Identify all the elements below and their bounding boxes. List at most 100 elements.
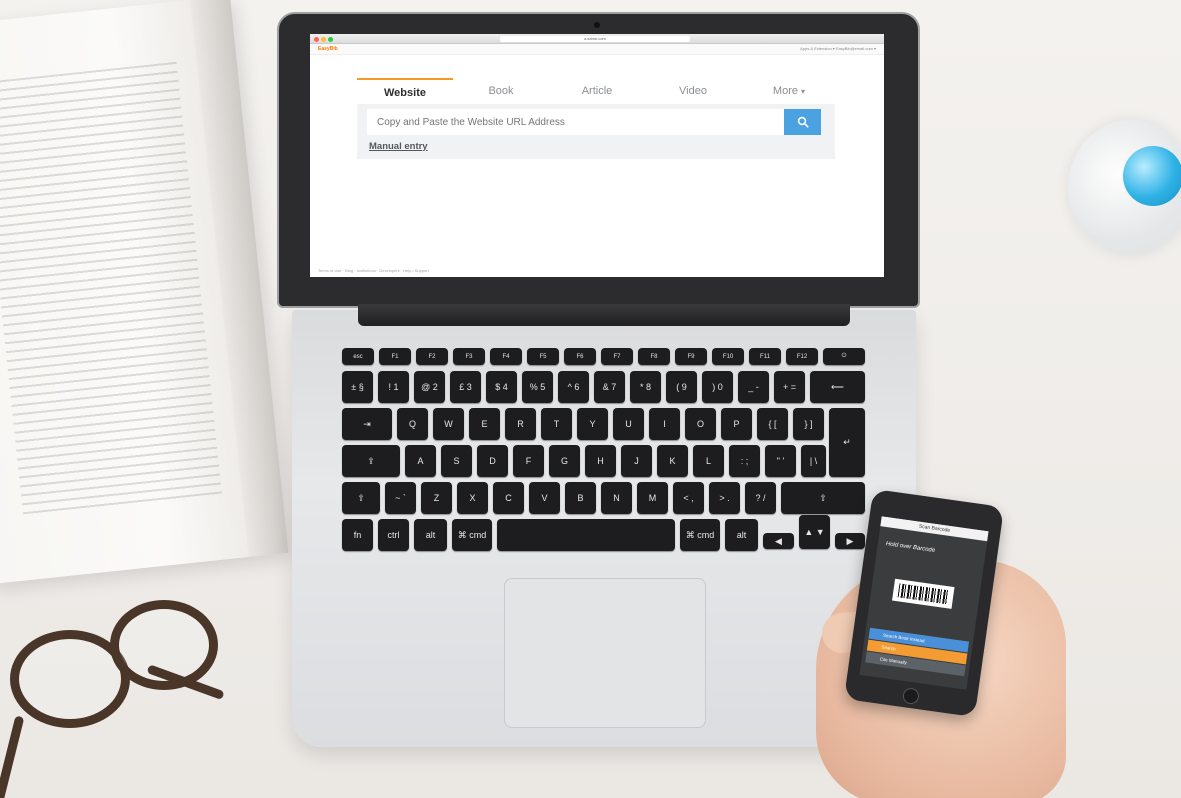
trackpad[interactable]: [504, 578, 706, 728]
key-shift-right[interactable]: ⇧: [781, 482, 865, 514]
tab-website[interactable]: Website: [357, 78, 453, 104]
key-alt-left[interactable]: alt: [414, 519, 447, 551]
key-backslash[interactable]: | \: [801, 445, 826, 477]
key-6[interactable]: ^ 6: [558, 371, 589, 403]
key-f9[interactable]: F9: [675, 348, 707, 365]
key-c[interactable]: C: [493, 482, 524, 514]
key-9[interactable]: ( 9: [666, 371, 697, 403]
key-period[interactable]: > .: [709, 482, 740, 514]
key-equals[interactable]: + =: [774, 371, 805, 403]
key-7[interactable]: & 7: [594, 371, 625, 403]
key-backspace[interactable]: ⟵: [810, 371, 865, 403]
maximize-window-icon[interactable]: [328, 37, 333, 42]
key-f7[interactable]: F7: [601, 348, 633, 365]
footer-links[interactable]: Terms of Use · Blog · Institutions · Dev…: [318, 268, 429, 273]
key-r[interactable]: R: [505, 408, 536, 440]
key-v[interactable]: V: [529, 482, 560, 514]
home-button[interactable]: [901, 687, 920, 706]
key-cmd-left[interactable]: ⌘ cmd: [452, 519, 492, 551]
key-f10[interactable]: F10: [712, 348, 744, 365]
blue-ball: [1123, 146, 1181, 206]
key-power[interactable]: ⏻: [823, 348, 865, 365]
key-o[interactable]: O: [685, 408, 716, 440]
key-space[interactable]: [497, 519, 675, 551]
key-l[interactable]: L: [693, 445, 724, 477]
address-bar[interactable]: a.sdme.com: [500, 36, 690, 42]
key-x[interactable]: X: [457, 482, 488, 514]
webcam-icon: [594, 22, 600, 28]
key-f6[interactable]: F6: [564, 348, 596, 365]
key-fn[interactable]: fn: [342, 519, 373, 551]
key-esc[interactable]: esc: [342, 348, 374, 365]
chevron-down-icon: ▾: [801, 87, 806, 96]
key-q[interactable]: Q: [397, 408, 428, 440]
key-a[interactable]: A: [405, 445, 436, 477]
manual-entry-link[interactable]: Manual entry: [369, 141, 428, 152]
key-1[interactable]: ! 1: [378, 371, 409, 403]
open-book: [0, 0, 289, 585]
key-f1[interactable]: F1: [379, 348, 411, 365]
key-u[interactable]: U: [613, 408, 644, 440]
key-h[interactable]: H: [585, 445, 616, 477]
key-i[interactable]: I: [649, 408, 680, 440]
key-comma[interactable]: < ,: [673, 482, 704, 514]
key-slash[interactable]: ? /: [745, 482, 776, 514]
tab-article[interactable]: Article: [549, 78, 645, 104]
url-search-input[interactable]: [367, 109, 784, 135]
key-alt-right[interactable]: alt: [725, 519, 758, 551]
key-y[interactable]: Y: [577, 408, 608, 440]
key-p[interactable]: P: [721, 408, 752, 440]
key-4[interactable]: $ 4: [486, 371, 517, 403]
key-m[interactable]: M: [637, 482, 668, 514]
brand-logo[interactable]: EasyBib: [318, 46, 338, 52]
key-shift-left[interactable]: ⇧: [342, 482, 380, 514]
key-bracket-left[interactable]: { [: [757, 408, 788, 440]
key-j[interactable]: J: [621, 445, 652, 477]
key-arrow-left[interactable]: ◀: [763, 533, 794, 549]
key-bracket-right[interactable]: } ]: [793, 408, 824, 440]
key-z[interactable]: Z: [421, 482, 452, 514]
key-s[interactable]: S: [441, 445, 472, 477]
search-panel: Manual entry: [357, 104, 835, 159]
account-menu[interactable]: Apps & Extension ▾ EasyBib@email.com ▾: [800, 46, 876, 51]
tab-book[interactable]: Book: [453, 78, 549, 104]
key-d[interactable]: D: [477, 445, 508, 477]
key-f2[interactable]: F2: [416, 348, 448, 365]
key-e[interactable]: E: [469, 408, 500, 440]
tab-video[interactable]: Video: [645, 78, 741, 104]
key-f5[interactable]: F5: [527, 348, 559, 365]
key-arrow-right[interactable]: ▶: [835, 533, 865, 549]
key-f8[interactable]: F8: [638, 348, 670, 365]
key-backtick[interactable]: ~ `: [385, 482, 416, 514]
key-0[interactable]: ) 0: [702, 371, 733, 403]
key-5[interactable]: % 5: [522, 371, 553, 403]
key-2[interactable]: @ 2: [414, 371, 445, 403]
key-f3[interactable]: F3: [453, 348, 485, 365]
key-minus[interactable]: _ -: [738, 371, 769, 403]
close-window-icon[interactable]: [314, 37, 319, 42]
key-tab[interactable]: ⇥: [342, 408, 392, 440]
key-b[interactable]: B: [565, 482, 596, 514]
key-f12[interactable]: F12: [786, 348, 818, 365]
key-ctrl[interactable]: ctrl: [378, 519, 409, 551]
search-button[interactable]: [784, 109, 821, 135]
key-g[interactable]: G: [549, 445, 580, 477]
key-return[interactable]: ↵: [829, 408, 865, 477]
key-n[interactable]: N: [601, 482, 632, 514]
key-f11[interactable]: F11: [749, 348, 781, 365]
key-k[interactable]: K: [657, 445, 688, 477]
key-3[interactable]: £ 3: [450, 371, 481, 403]
tab-more[interactable]: More ▾: [741, 78, 837, 104]
key-8[interactable]: * 8: [630, 371, 661, 403]
minimize-window-icon[interactable]: [321, 37, 326, 42]
key-f4[interactable]: F4: [490, 348, 522, 365]
key-w[interactable]: W: [433, 408, 464, 440]
key-section[interactable]: ± §: [342, 371, 373, 403]
key-cmd-right[interactable]: ⌘ cmd: [680, 519, 720, 551]
key-quote[interactable]: " ': [765, 445, 796, 477]
key-arrow-up-down[interactable]: ▲ ▼: [799, 515, 830, 549]
key-semicolon[interactable]: : ;: [729, 445, 760, 477]
key-caps-lock[interactable]: ⇪: [342, 445, 400, 477]
key-f[interactable]: F: [513, 445, 544, 477]
key-t[interactable]: T: [541, 408, 572, 440]
